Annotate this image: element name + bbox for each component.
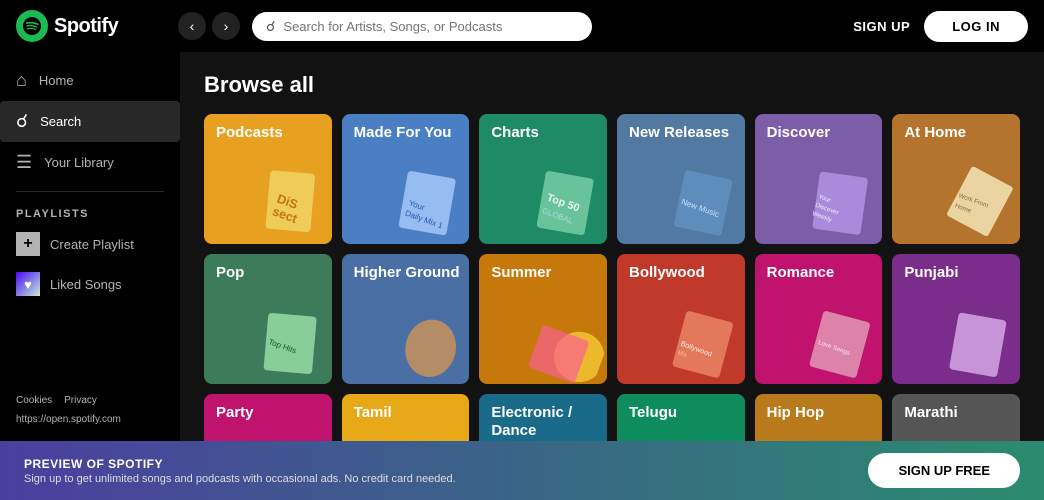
sidebar-divider	[16, 191, 164, 192]
browse-card-art-summer	[521, 298, 607, 384]
browse-card-art-marathi	[934, 438, 1020, 441]
create-playlist-button[interactable]: + Create Playlist	[0, 224, 180, 264]
browse-card-art-party	[245, 438, 331, 441]
browse-card-label-romance: Romance	[767, 264, 835, 282]
nav-forward-button[interactable]: ›	[212, 12, 240, 40]
browse-card-label-athome: At Home	[904, 124, 966, 142]
browse-card-hiphop[interactable]: Hip Hop	[755, 394, 883, 441]
browse-card-art-telugu	[658, 438, 744, 441]
browse-card-label-madeforyou: Made For You	[354, 124, 452, 142]
browse-area: Browse all Podcasts DiSsect Made For You Yo…	[180, 52, 1044, 441]
browse-card-pop[interactable]: PopTop Hits	[204, 254, 332, 384]
browse-card-label-telugu: Telugu	[629, 404, 677, 422]
logo-text: Spotify	[54, 15, 118, 38]
sidebar-home-label: Home	[39, 73, 74, 88]
privacy-link[interactable]: Privacy	[64, 395, 97, 406]
sidebar-item-home[interactable]: ⌂ Home	[0, 60, 180, 101]
login-button[interactable]: LOG IN	[924, 11, 1028, 42]
logo-area: Spotify	[16, 10, 166, 42]
browse-card-art-higherground	[383, 298, 469, 384]
browse-card-label-marathi: Marathi	[904, 404, 957, 422]
browse-card-marathi[interactable]: Marathi	[892, 394, 1020, 441]
search-icon: ☌	[266, 18, 275, 35]
browse-card-label-higherground: Higher Ground	[354, 264, 460, 282]
browse-card-art-romance: Love Songs	[796, 298, 882, 384]
browse-card-label-newreleases: New Releases	[629, 124, 729, 142]
create-playlist-label: Create Playlist	[50, 237, 134, 252]
footer-text: PREVIEW OF SPOTIFY Sign up to get unlimi…	[24, 457, 456, 485]
liked-songs-label: Liked Songs	[50, 277, 122, 292]
browse-card-label-tamil: Tamil	[354, 404, 392, 422]
browse-card-art-podcasts: DiSsect	[245, 158, 331, 244]
browse-card-tamil[interactable]: Tamil	[342, 394, 470, 441]
browse-card-madeforyou[interactable]: Made For You YourDaily Mix 1	[342, 114, 470, 244]
browse-card-label-pop: Pop	[216, 264, 244, 282]
browse-card-art-newreleases: New Music	[658, 158, 744, 244]
browse-card-label-bollywood: Bollywood	[629, 264, 705, 282]
auth-area: SIGN UP LOG IN	[853, 11, 1028, 42]
browse-card-label-punjabi: Punjabi	[904, 264, 958, 282]
sidebar-item-library[interactable]: ☰ Your Library	[0, 142, 180, 183]
browse-card-summer[interactable]: Summer	[479, 254, 607, 384]
footer-title: PREVIEW OF SPOTIFY	[24, 457, 456, 471]
liked-songs-button[interactable]: ♥ Liked Songs	[0, 264, 180, 304]
browse-card-art-tamil	[383, 438, 469, 441]
browse-card-art-athome: Work FromHome	[934, 158, 1020, 244]
browse-grid: Podcasts DiSsect Made For You YourDaily Mix…	[204, 114, 1020, 441]
browse-card-label-electronic: Electronic / Dance	[491, 404, 607, 440]
search-nav-icon: ☌	[16, 111, 28, 132]
browse-card-art-charts: Top 50GLOBAL	[521, 158, 607, 244]
main-content: ⌂ Home ☌ Search ☰ Your Library PLAYLISTS…	[0, 52, 1044, 441]
browse-card-art-madeforyou: YourDaily Mix 1	[383, 158, 469, 244]
sidebar-bottom-links: Cookies Privacy	[0, 387, 180, 414]
home-icon: ⌂	[16, 70, 27, 91]
footer-subtitle: Sign up to get unlimited songs and podca…	[24, 473, 456, 485]
sidebar-library-label: Your Library	[44, 155, 114, 170]
browse-card-label-charts: Charts	[491, 124, 539, 142]
heart-icon: ♥	[16, 272, 40, 296]
browse-card-label-party: Party	[216, 404, 254, 422]
spotify-logo-icon	[16, 10, 48, 42]
browse-card-label-hiphop: Hip Hop	[767, 404, 825, 422]
browse-card-romance[interactable]: Romance Love Songs	[755, 254, 883, 384]
browse-card-art-punjabi	[934, 298, 1020, 384]
sidebar-search-label: Search	[40, 114, 81, 129]
search-bar: ☌	[252, 12, 592, 41]
plus-icon: +	[16, 232, 40, 256]
browse-card-label-discover: Discover	[767, 124, 830, 142]
sidebar: ⌂ Home ☌ Search ☰ Your Library PLAYLISTS…	[0, 52, 180, 441]
browse-card-bollywood[interactable]: Bollywood BollywoodMix	[617, 254, 745, 384]
signup-button[interactable]: SIGN UP	[853, 19, 910, 34]
cookies-link[interactable]: Cookies	[16, 395, 52, 406]
browse-card-party[interactable]: Party	[204, 394, 332, 441]
sidebar-item-search[interactable]: ☌ Search	[0, 101, 180, 142]
browse-card-podcasts[interactable]: Podcasts DiSsect	[204, 114, 332, 244]
search-input[interactable]	[283, 19, 578, 34]
signup-free-button[interactable]: SIGN UP FREE	[868, 453, 1020, 488]
browse-card-art-discover: YourDiscoverWeekly	[796, 158, 882, 244]
browse-card-higherground[interactable]: Higher Ground	[342, 254, 470, 384]
browse-title: Browse all	[204, 72, 1020, 98]
browse-card-label-podcasts: Podcasts	[216, 124, 283, 142]
browse-card-label-summer: Summer	[491, 264, 551, 282]
browse-card-art-hiphop	[796, 438, 882, 441]
browse-card-punjabi[interactable]: Punjabi	[892, 254, 1020, 384]
nav-arrows: ‹ ›	[178, 12, 240, 40]
footer-banner: PREVIEW OF SPOTIFY Sign up to get unlimi…	[0, 441, 1044, 500]
browse-card-art-bollywood: BollywoodMix	[658, 298, 744, 384]
browse-card-newreleases[interactable]: New Releases New Music	[617, 114, 745, 244]
browse-card-discover[interactable]: Discover YourDiscoverWeekly	[755, 114, 883, 244]
topbar: Spotify ‹ › ☌ SIGN UP LOG IN	[0, 0, 1044, 52]
nav-back-button[interactable]: ‹	[178, 12, 206, 40]
browse-card-telugu[interactable]: Telugu	[617, 394, 745, 441]
playlists-section-label: PLAYLISTS	[0, 200, 180, 224]
browse-card-athome[interactable]: At Home Work FromHome	[892, 114, 1020, 244]
browse-card-charts[interactable]: Charts Top 50GLOBAL	[479, 114, 607, 244]
sidebar-url: https://open.spotify.com	[0, 414, 180, 433]
browse-card-electronic[interactable]: Electronic / Dance	[479, 394, 607, 441]
library-icon: ☰	[16, 152, 32, 173]
browse-card-art-pop: Top Hits	[245, 298, 331, 384]
